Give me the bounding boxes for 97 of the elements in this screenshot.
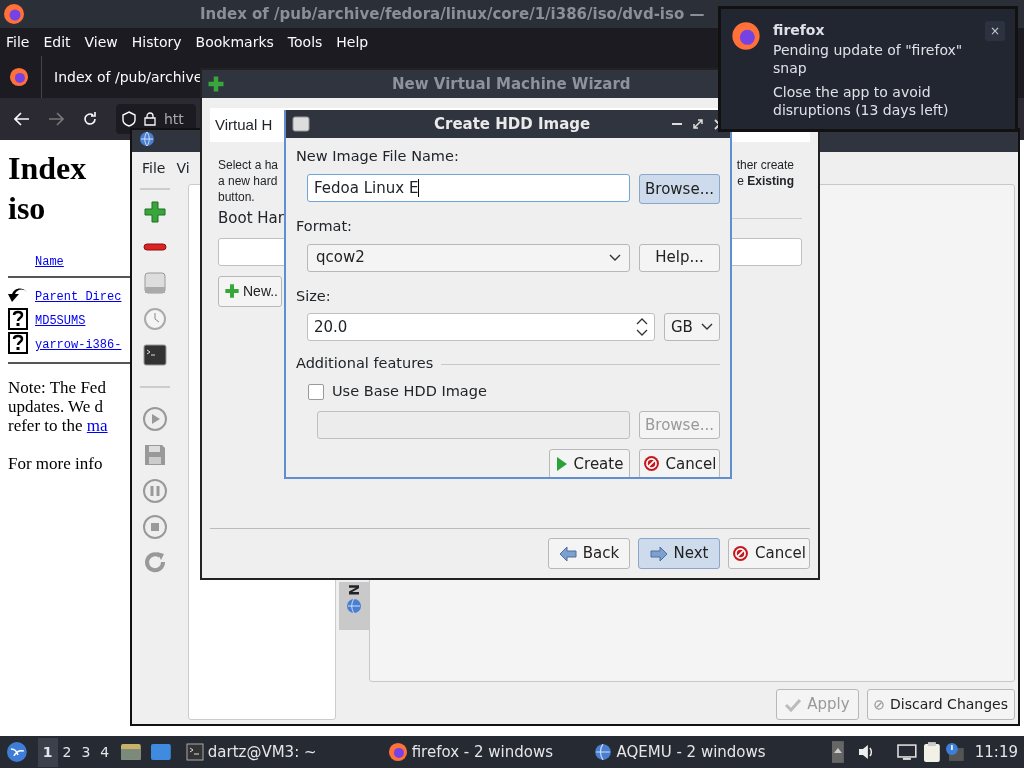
cancel-button[interactable]: Cancel (639, 448, 720, 477)
forward-icon[interactable] (48, 112, 64, 126)
field-label: New Image File Name: (296, 147, 459, 166)
plus-icon[interactable] (143, 200, 167, 224)
clipboard-icon[interactable] (923, 741, 941, 763)
side-tab[interactable]: N (339, 582, 369, 630)
checkbox[interactable] (308, 383, 324, 400)
page-title: Virtual H (215, 114, 273, 135)
unit-dropdown[interactable]: GB (664, 313, 720, 342)
window-title: Index of /pub/archive/fedora/linux/core/1/i386/iso/dvd-iso — (200, 5, 705, 23)
chevron-down-icon (701, 323, 713, 332)
column-header-link[interactable]: Name (35, 255, 64, 269)
menu-item[interactable]: View (84, 31, 118, 53)
clock[interactable]: 11:19 (974, 740, 1018, 764)
plus-icon (207, 75, 225, 93)
firefox-icon (3, 3, 25, 25)
maximize-icon[interactable] (692, 118, 704, 130)
close-button[interactable]: × (985, 21, 1005, 41)
menu-item[interactable]: File (6, 31, 30, 53)
help-button[interactable]: Help... (639, 243, 720, 272)
browse-button[interactable]: Browse... (639, 173, 720, 204)
plus-icon (224, 283, 240, 299)
file-link[interactable]: yarrow-i386- (35, 336, 122, 354)
terminal-icon (185, 743, 204, 761)
menu-item[interactable]: Bookmarks (195, 31, 274, 53)
chevron-down-icon (609, 253, 621, 262)
window-title: New Virtual Machine Wizard (392, 73, 631, 95)
group-title: Additional features (296, 354, 434, 374)
file-name-field[interactable]: Fedoa Linux E (307, 173, 630, 202)
workspace-button[interactable]: 4 (95, 737, 115, 767)
checkbox-label[interactable]: Use Base HDD Image (332, 381, 487, 403)
workspace-button[interactable]: 1 (37, 737, 58, 767)
window-title: Create HDD Image (434, 113, 591, 135)
lock-icon[interactable] (144, 112, 156, 126)
notification-text: Close the app to avoid disruptions (13 days left) (773, 83, 950, 119)
taskbar-button[interactable]: dartz@VM3: ~ (185, 740, 374, 764)
play-icon (555, 455, 568, 472)
firefox-icon (731, 21, 761, 51)
firefox-icon (387, 742, 408, 762)
taskbar-button[interactable]: AQEMU - 2 windows (594, 740, 832, 764)
menu-item[interactable]: File (142, 157, 166, 179)
folder-icon[interactable] (120, 742, 142, 762)
note-text: For more info (8, 453, 103, 475)
globe-icon (346, 597, 362, 614)
new-button[interactable]: New.. (218, 275, 282, 307)
globe-icon (139, 131, 155, 147)
create-button[interactable]: Create (549, 448, 630, 477)
workspace-button[interactable]: 3 (76, 737, 96, 767)
manual-link[interactable]: ma (86, 416, 108, 435)
next-button[interactable]: Next (638, 538, 720, 569)
note-text: updates. We d (8, 397, 104, 416)
firefox-icon (9, 67, 29, 87)
intro-text: a new hard (218, 173, 279, 189)
workspace-button[interactable]: 2 (57, 737, 77, 767)
intro-text: e Existing (736, 173, 794, 189)
cancel-button[interactable]: Cancel (728, 538, 810, 569)
group-title: Boot Har (218, 208, 284, 229)
start-menu-icon[interactable] (6, 741, 28, 763)
check-icon (785, 697, 802, 712)
taskbar-button[interactable]: firefox - 2 windows (387, 740, 581, 764)
reload-icon[interactable] (82, 111, 98, 127)
menu-item[interactable]: Help (336, 31, 369, 53)
discard-button[interactable]: Discard Changes (867, 689, 1015, 720)
intro-text: ther create (736, 157, 794, 173)
unknown-file-icon (8, 332, 28, 354)
menu-item[interactable]: Edit (43, 31, 71, 53)
shield-icon[interactable] (122, 111, 136, 127)
note-text: refer to the (8, 416, 83, 435)
cancel-icon (642, 455, 660, 473)
desktop-icon[interactable] (150, 743, 172, 761)
notification-icon[interactable] (944, 742, 965, 762)
menu-item[interactable]: Tools (287, 31, 323, 53)
intro-text: Select a ha (218, 157, 279, 173)
intro-text: button. (218, 189, 256, 205)
terminal-icon[interactable] (143, 342, 167, 368)
file-link[interactable]: MD5SUMS (35, 312, 86, 330)
address-field[interactable]: htt (164, 108, 184, 130)
back-icon[interactable] (14, 112, 30, 126)
back-button[interactable]: Back (548, 538, 630, 569)
menu-item[interactable]: History (131, 31, 182, 53)
field-label: Format: (296, 216, 352, 236)
file-link[interactable]: Parent Direc (35, 288, 122, 306)
page-heading: iso (8, 189, 46, 228)
menu-item[interactable]: Vi (176, 157, 190, 179)
note-text: Note: The Fed (8, 378, 106, 397)
right-arrow-icon (649, 545, 668, 562)
unknown-file-icon (8, 308, 28, 330)
cancel-icon (732, 545, 750, 562)
format-dropdown[interactable]: qcow2 (307, 243, 630, 272)
globe-icon (594, 743, 613, 761)
left-arrow-icon (558, 545, 577, 562)
notification-title: firefox (773, 21, 826, 39)
field-label: Size: (296, 286, 331, 306)
page-heading: Index (8, 149, 87, 188)
size-spinbox[interactable]: 20.0 (307, 313, 655, 342)
browser-tab[interactable]: Index of /pub/archive (54, 66, 203, 88)
notification-text: Pending update of "firefox" snap (773, 41, 964, 77)
